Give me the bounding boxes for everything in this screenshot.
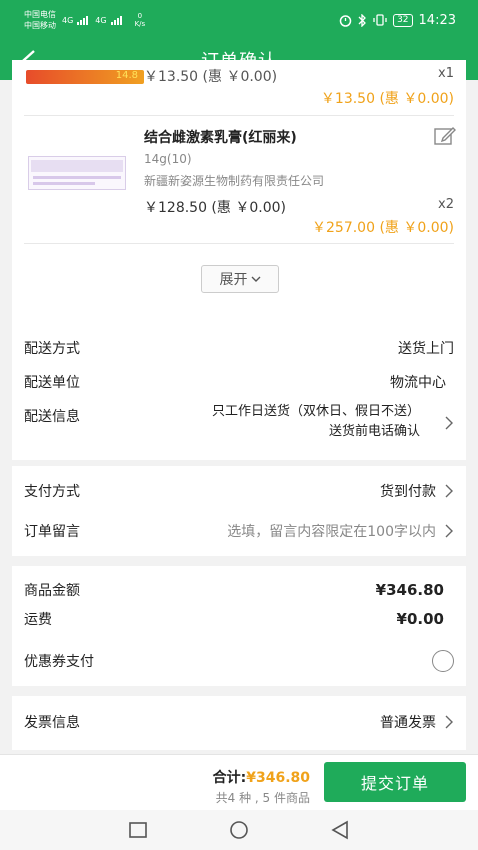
divider [24, 243, 454, 244]
vibrate-icon [373, 14, 387, 26]
invoice-row[interactable]: 发票信息 普通发票 [24, 712, 454, 732]
chevron-right-icon [445, 715, 453, 729]
carrier-2: 中国移动 [24, 21, 56, 30]
chevron-down-icon [251, 276, 260, 282]
goods-amount-row: 商品金额 ¥346.80 [24, 581, 444, 599]
product-2-manufacturer: 新疆新姿源生物制药有限责任公司 [144, 174, 325, 188]
delivery-method-row[interactable]: 配送方式 送货上门 [24, 338, 454, 358]
recent-apps-icon[interactable] [128, 820, 148, 840]
delivery-unit-row[interactable]: 配送单位 物流中心 [24, 372, 454, 392]
order-total: 合计:¥346.80 [212, 770, 310, 786]
network-2: 4G [95, 15, 107, 25]
edit-icon[interactable] [434, 126, 456, 146]
checkout-bar: 合计:¥346.80 共4 种 , 5 件商品 提交订单 [0, 754, 478, 810]
signal-icon-2 [110, 16, 122, 25]
goods-amount-value: ¥346.80 [375, 581, 444, 599]
invoice-value: 普通发票 [380, 715, 436, 731]
alarm-icon [339, 14, 352, 27]
delivery-info-value: 只工作日送货（双休日、假日不送） 送货前电话确认 [211, 404, 420, 439]
product-2-price: ￥128.50 (惠 ￥0.00) [144, 200, 286, 216]
order-items-card: 14.8 ￥13.50 (惠 ￥0.00) x1 ￥13.50 (惠 ￥0.00… [12, 60, 466, 460]
delivery-method-value: 送货上门 [398, 341, 454, 357]
product-1-total: ￥13.50 (惠 ￥0.00) [320, 91, 454, 107]
invoice-card: 发票信息 普通发票 [12, 696, 466, 750]
network-1: 4G [62, 15, 74, 25]
divider [24, 115, 454, 116]
item-count: 共4 种 , 5 件商品 [215, 791, 310, 805]
chevron-right-icon [445, 484, 453, 498]
expand-button[interactable]: 展开 [201, 265, 279, 293]
order-note-row[interactable]: 订单留言 选填，留言内容限定在100字以内 [24, 521, 454, 541]
payment-card: 支付方式 货到付款 订单留言 选填，留言内容限定在100字以内 [12, 466, 466, 556]
submit-order-button[interactable]: 提交订单 [324, 762, 466, 802]
net-speed: 0 K/s [134, 12, 146, 28]
delivery-unit-value: 物流中心 [390, 375, 446, 391]
product-2-qty: x2 [438, 197, 454, 212]
back-nav-icon[interactable] [330, 820, 350, 840]
coupon-radio[interactable] [432, 650, 454, 672]
order-total-amount: ¥346.80 [246, 770, 310, 786]
home-icon[interactable] [228, 820, 250, 840]
shipping-row: 运费 ¥0.00 [24, 610, 444, 628]
product-2-spec: 14g(10) [144, 152, 192, 166]
carrier-1: 中国电信 [24, 10, 56, 19]
bluetooth-icon [358, 13, 366, 27]
product-image-1[interactable]: 14.8 [26, 70, 144, 84]
battery-icon: 32 [393, 13, 413, 27]
payment-method-value: 货到付款 [380, 484, 436, 500]
chevron-right-icon[interactable] [444, 416, 454, 430]
payment-method-row[interactable]: 支付方式 货到付款 [24, 481, 454, 501]
status-bar: 中国电信 中国移动 4G 4G 0 K/s 32 14:23 [0, 0, 478, 40]
coupon-row[interactable]: 优惠券支付 [24, 650, 454, 672]
product-1-qty: x1 [438, 66, 454, 81]
product-2-name[interactable]: 结合雌激素乳膏(红丽来) [144, 127, 297, 147]
amount-card: 商品金额 ¥346.80 运费 ¥0.00 优惠券支付 [12, 566, 466, 686]
chevron-right-icon [445, 524, 453, 538]
signal-icon [77, 16, 89, 25]
order-note-input[interactable]: 选填，留言内容限定在100字以内 [227, 521, 436, 541]
shipping-value: ¥0.00 [396, 610, 444, 628]
system-nav-bar [0, 810, 478, 850]
clock: 14:23 [418, 12, 456, 28]
product-image-2[interactable] [28, 156, 126, 190]
product-2-total: ￥257.00 (惠 ￥0.00) [312, 220, 454, 236]
product-1-price: ￥13.50 (惠 ￥0.00) [144, 69, 278, 85]
